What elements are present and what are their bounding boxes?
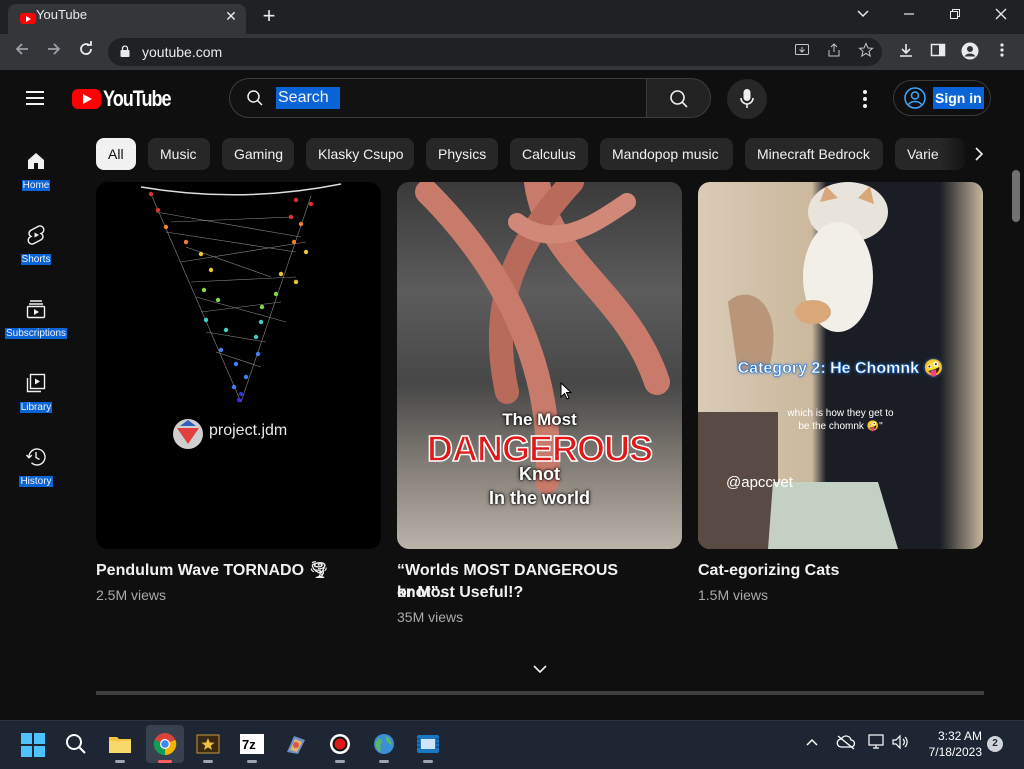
sidebar-item-label: Shorts — [20, 254, 52, 265]
tab-search-chevron-icon[interactable] — [848, 4, 878, 26]
video-title[interactable]: Cat-egorizing Cats — [698, 560, 978, 582]
7zip-icon[interactable]: 7z — [234, 726, 270, 763]
home-icon — [28, 153, 44, 169]
windows-start-icon[interactable] — [14, 726, 50, 762]
sidebar-item-label: Home — [21, 180, 51, 191]
guide-menu-icon[interactable] — [26, 90, 46, 106]
sidebar-item-home[interactable]: Home — [0, 150, 72, 210]
new-tab-icon[interactable]: + — [256, 5, 282, 28]
restore-icon[interactable] — [940, 4, 970, 26]
tab-title: YouTube — [36, 7, 88, 22]
video-title[interactable]: Pendulum Wave TORNADO 🌪 — [96, 560, 376, 582]
video-views: 35M views — [397, 609, 464, 625]
url-text[interactable]: youtube.com — [142, 44, 222, 60]
section-divider — [96, 691, 984, 695]
share-icon[interactable] — [824, 42, 844, 62]
svg-text:7z: 7z — [242, 737, 256, 752]
downloads-icon[interactable] — [896, 42, 916, 62]
notification-badge[interactable]: 2 — [987, 736, 1003, 752]
lock-icon[interactable] — [120, 44, 130, 57]
shorts-icon — [27, 225, 45, 245]
side-panel-icon[interactable] — [928, 42, 948, 62]
chrome-icon[interactable] — [147, 726, 183, 763]
thumbnail-channel-watermark: project.jdm — [209, 422, 288, 439]
forward-arrow-icon[interactable] — [42, 40, 66, 64]
onedrive-icon[interactable] — [836, 734, 856, 752]
video-thumbnail-cats[interactable]: Category 2: He Chomnk 🤪 which is how the… — [698, 182, 983, 549]
chip-mandopop-music[interactable]: Mandopop music — [600, 138, 733, 170]
account-icon — [904, 87, 926, 109]
address-bar[interactable] — [108, 38, 882, 66]
chip-calculus[interactable]: Calculus — [510, 138, 588, 170]
library-icon — [26, 373, 46, 393]
sidebar-item-history[interactable]: History — [0, 446, 72, 506]
sidebar-item-subscriptions[interactable]: Subscriptions — [0, 298, 72, 358]
thumbnail-text-line1: The Most — [502, 410, 577, 429]
reload-icon[interactable] — [74, 40, 98, 64]
video-thumbnail-knot[interactable]: The Most DANGEROUS Knot In the world — [397, 182, 682, 549]
globe-app-icon[interactable] — [366, 726, 402, 763]
show-hidden-icons-chevron-icon[interactable] — [804, 734, 822, 752]
sidebar-item-shorts[interactable]: Shorts — [0, 224, 72, 284]
profile-icon[interactable] — [960, 42, 980, 62]
video-editor-icon[interactable] — [410, 726, 446, 763]
chevron-down-icon[interactable] — [530, 662, 550, 676]
bookmark-star-icon[interactable] — [856, 42, 876, 62]
pendulum-wave-graphic — [140, 183, 342, 449]
history-icon — [25, 448, 46, 466]
media-app-icon[interactable] — [190, 726, 226, 763]
video-title-line2[interactable]: or Most Useful!? — [397, 582, 677, 604]
paint-app-icon[interactable] — [278, 726, 314, 762]
youtube-logo-text[interactable]: YouTube — [103, 86, 172, 112]
back-arrow-icon[interactable] — [10, 40, 34, 64]
voice-search-button[interactable] — [727, 79, 767, 119]
chip-gaming[interactable]: Gaming — [222, 138, 294, 170]
minimize-icon[interactable] — [894, 4, 924, 26]
video-views: 1.5M views — [698, 587, 769, 603]
youtube-favicon-icon — [20, 13, 36, 24]
clock-time[interactable]: 3:32 AM — [932, 729, 982, 743]
sidebar-item-library[interactable]: Library — [0, 372, 72, 432]
video-thumbnail-pendulum[interactable]: project.jdm — [96, 182, 381, 549]
thumbnail-handle: @apccvet — [726, 474, 793, 491]
network-icon[interactable] — [868, 734, 886, 752]
video-views: 2.5M views — [96, 587, 167, 603]
screen-recorder-icon[interactable] — [322, 726, 358, 763]
tab-close-icon[interactable]: ✕ — [222, 7, 240, 25]
chip-physics[interactable]: Physics — [426, 138, 498, 170]
chip-minecraft-bedrock[interactable]: Minecraft Bedrock — [745, 138, 883, 170]
sidebar-item-label: History — [19, 476, 53, 487]
chip-klasky-csupo[interactable]: Klasky Csupo — [306, 138, 414, 170]
thumbnail-text-line4: In the world — [489, 488, 590, 508]
search-icon — [246, 89, 264, 107]
page-scrollbar[interactable] — [1012, 170, 1020, 222]
chevron-right-icon[interactable] — [968, 143, 990, 165]
microphone-icon — [740, 89, 754, 108]
settings-more-icon[interactable] — [855, 88, 875, 110]
sidebar-item-label: Library — [19, 402, 53, 413]
mouse-cursor-icon — [560, 382, 572, 400]
thumbnail-subcaption-2: be the chomnk 🤪" — [798, 421, 883, 432]
chrome-menu-icon[interactable] — [992, 42, 1012, 62]
thumbnail-caption: Category 2: He Chomnk 🤪 — [737, 360, 944, 378]
chip-music[interactable]: Music — [148, 138, 210, 170]
search-button[interactable] — [646, 78, 711, 118]
file-explorer-icon[interactable] — [102, 726, 138, 763]
close-window-icon[interactable] — [986, 4, 1016, 26]
search-input[interactable]: Search — [276, 87, 340, 109]
clock-date[interactable]: 7/18/2023 — [920, 745, 982, 759]
subscriptions-icon — [26, 300, 46, 319]
taskbar-search-icon[interactable] — [58, 726, 94, 762]
chip-all[interactable]: All — [96, 138, 136, 170]
thumbnail-text-line3: Knot — [519, 464, 560, 484]
install-app-icon[interactable] — [792, 42, 812, 62]
sign-in-label[interactable]: Sign in — [933, 87, 984, 109]
thumbnail-subcaption-1: which is how they get to — [787, 408, 894, 419]
youtube-logo-icon[interactable] — [72, 89, 101, 109]
volume-icon[interactable] — [892, 734, 910, 752]
sidebar-item-label: Subscriptions — [4, 328, 68, 339]
